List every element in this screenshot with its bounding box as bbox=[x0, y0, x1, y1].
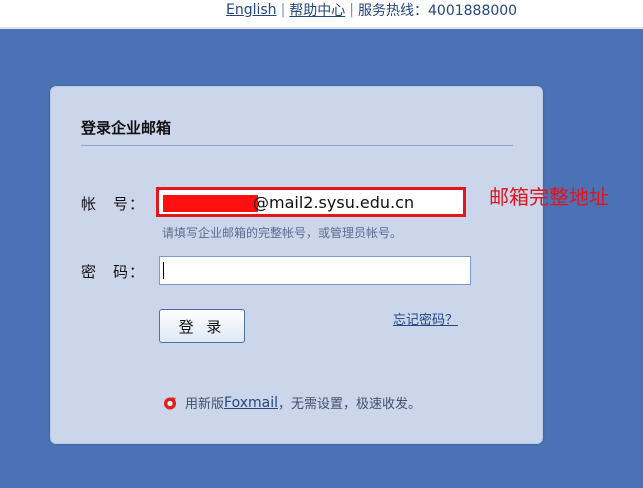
separator: | bbox=[349, 1, 354, 18]
help-center-link[interactable]: 帮助中心 bbox=[289, 0, 345, 20]
english-link[interactable]: English bbox=[226, 2, 277, 18]
account-hint: 请填写企业邮箱的完整帐号，或管理员帐号。 bbox=[162, 226, 403, 240]
forgot-password-link[interactable]: 忘记密码？ bbox=[393, 309, 458, 328]
foxmail-promo: 用新版 Foxmail ，无需设置，极速收发。 bbox=[163, 393, 421, 412]
separator: | bbox=[280, 1, 286, 18]
account-value: @mail2.sysu.edu.cn bbox=[253, 193, 415, 212]
foxmail-logo-icon bbox=[164, 396, 176, 409]
service-hotline: 服务热线：4001888000 bbox=[358, 2, 518, 19]
account-input[interactable]: @mail2.sysu.edu.cn bbox=[156, 187, 466, 217]
top-bar: English | 帮助中心 | 服务热线：4001888000 bbox=[0, 0, 643, 29]
login-panel: 登录企业邮箱 帐 号： @mail2.sysu.edu.cn 邮箱完整地址 请填… bbox=[50, 86, 609, 444]
foxmail-suffix: ，无需设置，极速收发。 bbox=[278, 397, 422, 412]
account-label: 帐 号： bbox=[81, 195, 146, 213]
redaction-mark bbox=[163, 195, 258, 212]
login-title: 登录企业邮箱 bbox=[81, 119, 172, 137]
password-input[interactable] bbox=[159, 256, 471, 285]
foxmail-prefix: 用新版 bbox=[185, 397, 225, 412]
foxmail-link[interactable]: Foxmail bbox=[224, 395, 278, 411]
password-label: 密 码： bbox=[81, 263, 146, 281]
top-links: English | 帮助中心 | 服务热线：4001888000 bbox=[226, 0, 517, 19]
annotation-label: 邮箱完整地址 bbox=[489, 185, 609, 209]
title-divider bbox=[81, 145, 513, 146]
text-caret bbox=[163, 262, 164, 279]
login-button[interactable]: 登 录 bbox=[159, 309, 245, 343]
